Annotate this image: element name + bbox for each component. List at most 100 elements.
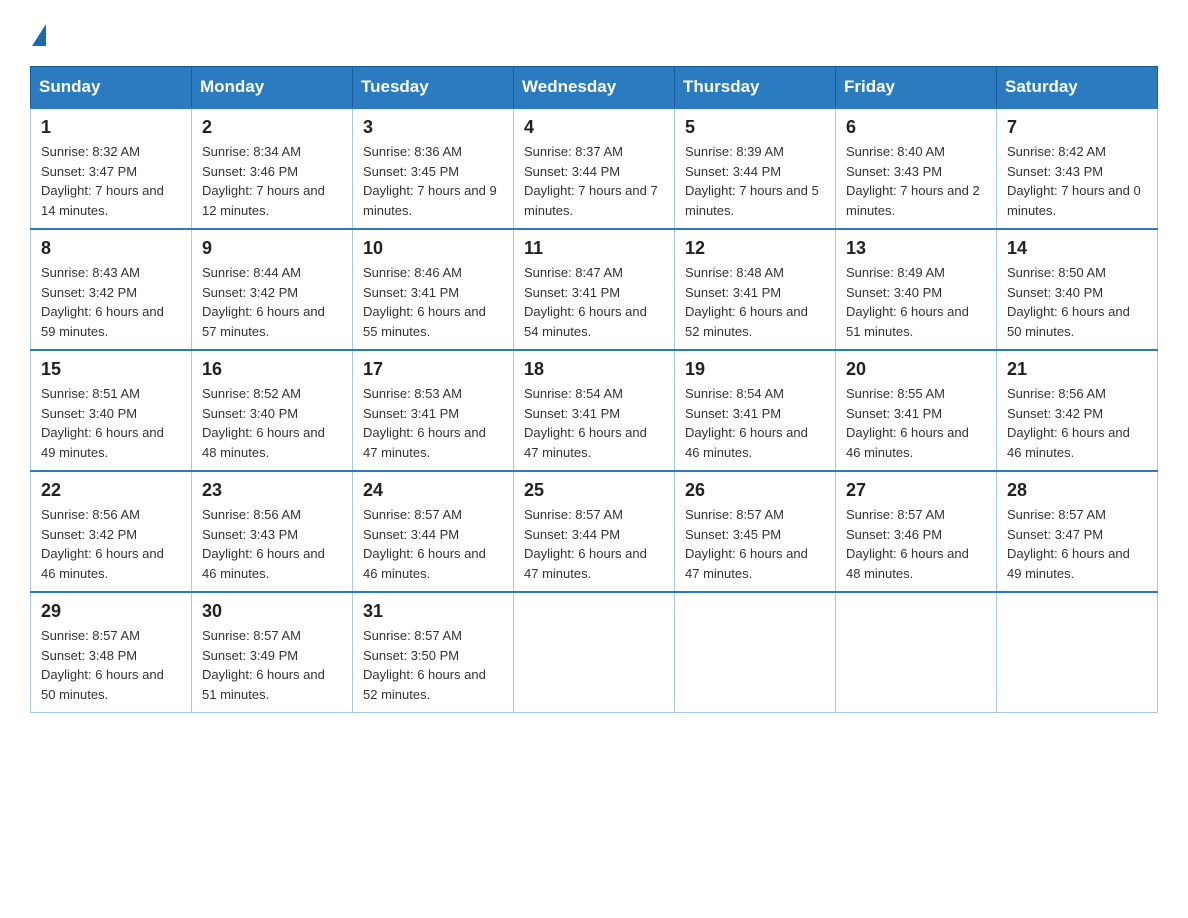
calendar-cell: 4 Sunrise: 8:37 AMSunset: 3:44 PMDayligh… <box>514 108 675 229</box>
day-info: Sunrise: 8:51 AMSunset: 3:40 PMDaylight:… <box>41 386 164 460</box>
calendar-cell: 9 Sunrise: 8:44 AMSunset: 3:42 PMDayligh… <box>192 229 353 350</box>
day-info: Sunrise: 8:32 AMSunset: 3:47 PMDaylight:… <box>41 144 164 218</box>
day-number: 30 <box>202 601 342 622</box>
day-number: 17 <box>363 359 503 380</box>
weekday-header-thursday: Thursday <box>675 67 836 109</box>
page-header <box>30 20 1158 46</box>
calendar-cell: 30 Sunrise: 8:57 AMSunset: 3:49 PMDaylig… <box>192 592 353 713</box>
calendar-cell: 8 Sunrise: 8:43 AMSunset: 3:42 PMDayligh… <box>31 229 192 350</box>
calendar-cell: 28 Sunrise: 8:57 AMSunset: 3:47 PMDaylig… <box>997 471 1158 592</box>
calendar-week-row: 15 Sunrise: 8:51 AMSunset: 3:40 PMDaylig… <box>31 350 1158 471</box>
day-number: 27 <box>846 480 986 501</box>
day-number: 31 <box>363 601 503 622</box>
day-number: 3 <box>363 117 503 138</box>
day-info: Sunrise: 8:55 AMSunset: 3:41 PMDaylight:… <box>846 386 969 460</box>
day-info: Sunrise: 8:57 AMSunset: 3:49 PMDaylight:… <box>202 628 325 702</box>
calendar-cell: 23 Sunrise: 8:56 AMSunset: 3:43 PMDaylig… <box>192 471 353 592</box>
day-info: Sunrise: 8:53 AMSunset: 3:41 PMDaylight:… <box>363 386 486 460</box>
calendar-cell: 27 Sunrise: 8:57 AMSunset: 3:46 PMDaylig… <box>836 471 997 592</box>
day-info: Sunrise: 8:40 AMSunset: 3:43 PMDaylight:… <box>846 144 980 218</box>
calendar-cell: 14 Sunrise: 8:50 AMSunset: 3:40 PMDaylig… <box>997 229 1158 350</box>
calendar-cell: 24 Sunrise: 8:57 AMSunset: 3:44 PMDaylig… <box>353 471 514 592</box>
day-number: 9 <box>202 238 342 259</box>
day-info: Sunrise: 8:57 AMSunset: 3:48 PMDaylight:… <box>41 628 164 702</box>
calendar-cell: 22 Sunrise: 8:56 AMSunset: 3:42 PMDaylig… <box>31 471 192 592</box>
day-number: 22 <box>41 480 181 501</box>
calendar-cell: 29 Sunrise: 8:57 AMSunset: 3:48 PMDaylig… <box>31 592 192 713</box>
day-info: Sunrise: 8:57 AMSunset: 3:47 PMDaylight:… <box>1007 507 1130 581</box>
day-info: Sunrise: 8:56 AMSunset: 3:42 PMDaylight:… <box>41 507 164 581</box>
weekday-header-tuesday: Tuesday <box>353 67 514 109</box>
calendar-cell: 13 Sunrise: 8:49 AMSunset: 3:40 PMDaylig… <box>836 229 997 350</box>
calendar-cell <box>997 592 1158 713</box>
calendar-cell: 25 Sunrise: 8:57 AMSunset: 3:44 PMDaylig… <box>514 471 675 592</box>
calendar-cell <box>836 592 997 713</box>
day-info: Sunrise: 8:56 AMSunset: 3:43 PMDaylight:… <box>202 507 325 581</box>
day-info: Sunrise: 8:56 AMSunset: 3:42 PMDaylight:… <box>1007 386 1130 460</box>
day-info: Sunrise: 8:42 AMSunset: 3:43 PMDaylight:… <box>1007 144 1141 218</box>
calendar-cell: 21 Sunrise: 8:56 AMSunset: 3:42 PMDaylig… <box>997 350 1158 471</box>
day-number: 8 <box>41 238 181 259</box>
day-number: 26 <box>685 480 825 501</box>
day-info: Sunrise: 8:39 AMSunset: 3:44 PMDaylight:… <box>685 144 819 218</box>
day-info: Sunrise: 8:57 AMSunset: 3:44 PMDaylight:… <box>363 507 486 581</box>
day-number: 11 <box>524 238 664 259</box>
day-info: Sunrise: 8:36 AMSunset: 3:45 PMDaylight:… <box>363 144 497 218</box>
calendar-cell: 1 Sunrise: 8:32 AMSunset: 3:47 PMDayligh… <box>31 108 192 229</box>
calendar-cell: 16 Sunrise: 8:52 AMSunset: 3:40 PMDaylig… <box>192 350 353 471</box>
day-info: Sunrise: 8:52 AMSunset: 3:40 PMDaylight:… <box>202 386 325 460</box>
day-number: 18 <box>524 359 664 380</box>
day-number: 6 <box>846 117 986 138</box>
day-number: 5 <box>685 117 825 138</box>
weekday-header-monday: Monday <box>192 67 353 109</box>
day-number: 20 <box>846 359 986 380</box>
day-number: 13 <box>846 238 986 259</box>
day-info: Sunrise: 8:37 AMSunset: 3:44 PMDaylight:… <box>524 144 658 218</box>
calendar-cell: 2 Sunrise: 8:34 AMSunset: 3:46 PMDayligh… <box>192 108 353 229</box>
weekday-header-sunday: Sunday <box>31 67 192 109</box>
day-info: Sunrise: 8:57 AMSunset: 3:50 PMDaylight:… <box>363 628 486 702</box>
day-number: 12 <box>685 238 825 259</box>
calendar-cell: 31 Sunrise: 8:57 AMSunset: 3:50 PMDaylig… <box>353 592 514 713</box>
day-number: 1 <box>41 117 181 138</box>
calendar-week-row: 29 Sunrise: 8:57 AMSunset: 3:48 PMDaylig… <box>31 592 1158 713</box>
day-number: 10 <box>363 238 503 259</box>
weekday-header-friday: Friday <box>836 67 997 109</box>
calendar-cell: 20 Sunrise: 8:55 AMSunset: 3:41 PMDaylig… <box>836 350 997 471</box>
day-number: 28 <box>1007 480 1147 501</box>
calendar-cell: 18 Sunrise: 8:54 AMSunset: 3:41 PMDaylig… <box>514 350 675 471</box>
day-info: Sunrise: 8:57 AMSunset: 3:45 PMDaylight:… <box>685 507 808 581</box>
day-info: Sunrise: 8:47 AMSunset: 3:41 PMDaylight:… <box>524 265 647 339</box>
day-info: Sunrise: 8:57 AMSunset: 3:44 PMDaylight:… <box>524 507 647 581</box>
calendar-cell: 11 Sunrise: 8:47 AMSunset: 3:41 PMDaylig… <box>514 229 675 350</box>
calendar-cell: 3 Sunrise: 8:36 AMSunset: 3:45 PMDayligh… <box>353 108 514 229</box>
day-number: 24 <box>363 480 503 501</box>
day-number: 29 <box>41 601 181 622</box>
calendar-cell: 10 Sunrise: 8:46 AMSunset: 3:41 PMDaylig… <box>353 229 514 350</box>
day-number: 4 <box>524 117 664 138</box>
logo-triangle-icon <box>32 24 46 46</box>
calendar-cell: 19 Sunrise: 8:54 AMSunset: 3:41 PMDaylig… <box>675 350 836 471</box>
calendar-cell: 6 Sunrise: 8:40 AMSunset: 3:43 PMDayligh… <box>836 108 997 229</box>
calendar-week-row: 1 Sunrise: 8:32 AMSunset: 3:47 PMDayligh… <box>31 108 1158 229</box>
day-number: 19 <box>685 359 825 380</box>
calendar-week-row: 8 Sunrise: 8:43 AMSunset: 3:42 PMDayligh… <box>31 229 1158 350</box>
day-info: Sunrise: 8:49 AMSunset: 3:40 PMDaylight:… <box>846 265 969 339</box>
calendar-week-row: 22 Sunrise: 8:56 AMSunset: 3:42 PMDaylig… <box>31 471 1158 592</box>
calendar-header: SundayMondayTuesdayWednesdayThursdayFrid… <box>31 67 1158 109</box>
day-info: Sunrise: 8:44 AMSunset: 3:42 PMDaylight:… <box>202 265 325 339</box>
weekday-header-saturday: Saturday <box>997 67 1158 109</box>
day-info: Sunrise: 8:54 AMSunset: 3:41 PMDaylight:… <box>685 386 808 460</box>
day-number: 23 <box>202 480 342 501</box>
calendar-cell: 17 Sunrise: 8:53 AMSunset: 3:41 PMDaylig… <box>353 350 514 471</box>
calendar-cell <box>675 592 836 713</box>
calendar-cell: 5 Sunrise: 8:39 AMSunset: 3:44 PMDayligh… <box>675 108 836 229</box>
calendar-cell: 26 Sunrise: 8:57 AMSunset: 3:45 PMDaylig… <box>675 471 836 592</box>
day-number: 7 <box>1007 117 1147 138</box>
day-number: 21 <box>1007 359 1147 380</box>
calendar-cell: 15 Sunrise: 8:51 AMSunset: 3:40 PMDaylig… <box>31 350 192 471</box>
calendar-body: 1 Sunrise: 8:32 AMSunset: 3:47 PMDayligh… <box>31 108 1158 713</box>
day-number: 16 <box>202 359 342 380</box>
day-number: 14 <box>1007 238 1147 259</box>
day-info: Sunrise: 8:50 AMSunset: 3:40 PMDaylight:… <box>1007 265 1130 339</box>
